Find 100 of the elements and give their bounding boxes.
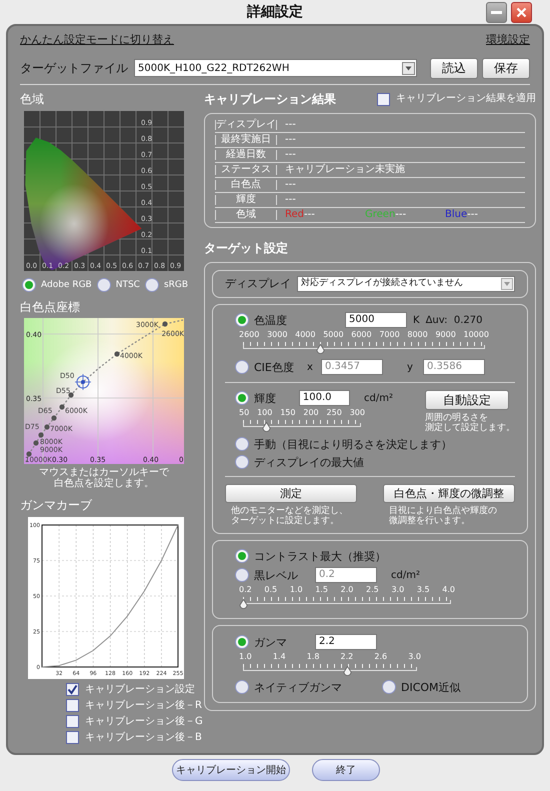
input-field[interactable]: 0.3586 [423, 359, 485, 375]
scale-label: 250 [326, 409, 342, 417]
file-button[interactable]: 読込 [430, 58, 478, 78]
row-label: 輝度 [215, 195, 277, 205]
coordinate-label: x [307, 360, 314, 374]
row-value: キャリブレーション未実施 [285, 165, 405, 175]
radio-label: 輝度 [254, 392, 276, 404]
section-heading: 白色点座標 [20, 299, 81, 315]
close-button[interactable] [511, 2, 532, 23]
file-dropdown[interactable]: 5000K_H100_G22_RDT262WH [134, 59, 417, 77]
channel-name: Green [365, 210, 396, 220]
scale-label: 150 [280, 409, 296, 417]
input-field[interactable]: 0.2 [315, 567, 377, 583]
scale-label: 8000 [407, 331, 428, 339]
radio-button[interactable] [22, 278, 36, 292]
radio-button[interactable] [235, 568, 249, 582]
input-field[interactable]: 2.2 [315, 634, 377, 650]
input-field[interactable]: 5000 [345, 312, 407, 328]
scale-label: 4.0 [442, 586, 455, 594]
auto-set-button[interactable]: 自動設定 [425, 390, 509, 410]
minimize-icon [491, 11, 502, 14]
scale-label: 2.6 [374, 653, 388, 661]
scale-label: 3.0 [391, 586, 404, 594]
checkbox[interactable] [66, 699, 79, 712]
radio-label: コントラスト最大（推奨） [254, 550, 386, 562]
radio-button[interactable] [235, 391, 249, 405]
row-label: 色域 [215, 210, 277, 220]
radio-label: 手動（目視により明るさを決定します） [254, 438, 452, 450]
radio-button[interactable] [235, 437, 249, 451]
row-label: 白色点 [215, 180, 277, 190]
section-heading: ターゲット設定 [204, 240, 289, 256]
radio-button[interactable] [382, 680, 396, 694]
link[interactable]: かんたん設定モードに切り替え [20, 32, 174, 48]
radio-button[interactable] [235, 549, 249, 563]
slider-thumb[interactable] [342, 666, 352, 677]
input-field[interactable]: 100.0 [298, 390, 350, 406]
action-button[interactable]: 白色点・輝度の微調整 [383, 484, 515, 503]
scale-label: 3000 [267, 331, 288, 339]
scale-label: 10000 [464, 331, 489, 339]
scale-label: 1.0 [290, 586, 303, 594]
close-icon [516, 7, 527, 18]
row-value: --- [285, 180, 296, 190]
radio-label: DICOM近似 [401, 682, 461, 692]
row-label: 経過日数 [215, 150, 277, 160]
scale-label: 3.0 [408, 653, 421, 661]
instruction-text: マウスまたはカーソルキーで [39, 467, 169, 478]
minimize-button[interactable] [486, 2, 507, 23]
radio-button[interactable] [235, 680, 249, 694]
unit-label: cd/m² [364, 392, 393, 406]
radio-label: ディスプレイの最大値 [254, 456, 364, 468]
scale-label: 3.5 [416, 586, 430, 594]
radio-label: ガンマ [254, 636, 287, 648]
link[interactable]: 環境設定 [486, 32, 530, 48]
checkbox[interactable] [377, 92, 390, 106]
scale-label: 1.5 [315, 586, 328, 594]
display-dropdown[interactable]: 対応ディスプレイが接続されていません [297, 276, 515, 292]
row-value: --- [304, 210, 315, 220]
checkbox[interactable] [66, 731, 79, 744]
radio-button[interactable] [144, 278, 159, 292]
radio-label: 色温度 [254, 314, 287, 326]
radio-button[interactable] [235, 455, 249, 469]
footer-button[interactable]: 終了 [312, 759, 380, 781]
crosshair-cursor-icon[interactable] [74, 374, 92, 390]
checkbox[interactable] [66, 715, 79, 728]
section-heading: 色域 [20, 91, 45, 107]
help-text: 測定して設定します。 [425, 423, 515, 433]
scale-label: 2600 [239, 331, 260, 339]
input-field[interactable]: 0.3457 [321, 359, 383, 375]
radio-button[interactable] [235, 360, 249, 374]
slider-thumb[interactable] [238, 599, 248, 610]
radio-button[interactable] [235, 313, 249, 327]
row-label: 最終実施日 [215, 135, 277, 145]
radio-button[interactable] [96, 278, 111, 292]
radio-button[interactable] [235, 635, 249, 649]
radio-label: ネイティブガンマ [254, 682, 342, 692]
scale-label: 200 [303, 409, 319, 417]
checkbox-label: キャリブレーション設定 [85, 684, 195, 694]
row-value: --- [285, 150, 296, 160]
scale-label: 1.8 [306, 653, 320, 661]
checkbox[interactable] [66, 683, 79, 696]
scale-label: 2.5 [366, 586, 379, 594]
action-button[interactable]: 測定 [225, 484, 357, 503]
channel-name: Red [285, 210, 304, 220]
radio-label: CIE色度 [254, 362, 294, 372]
unit-label: K [413, 314, 420, 328]
radio-label: NTSC [116, 280, 140, 290]
delta-uv-reading: Δuv: 0.270 [426, 314, 482, 328]
window-title: 詳細設定 [247, 2, 303, 22]
file-button[interactable]: 保存 [482, 58, 530, 78]
slider-thumb[interactable] [262, 422, 272, 433]
row-value: --- [285, 120, 296, 130]
row-value: --- [467, 210, 478, 220]
scale-label: 50 [239, 409, 250, 417]
scale-label: 5000 [323, 331, 344, 339]
unit-label: cd/m² [391, 568, 420, 582]
slider-thumb[interactable] [316, 344, 325, 355]
scale-label: 7000 [379, 331, 400, 339]
field-label: ディスプレイ [225, 276, 291, 292]
field-label: ターゲットファイル [20, 60, 129, 77]
footer-button[interactable]: キャリブレーション開始 [172, 759, 290, 781]
